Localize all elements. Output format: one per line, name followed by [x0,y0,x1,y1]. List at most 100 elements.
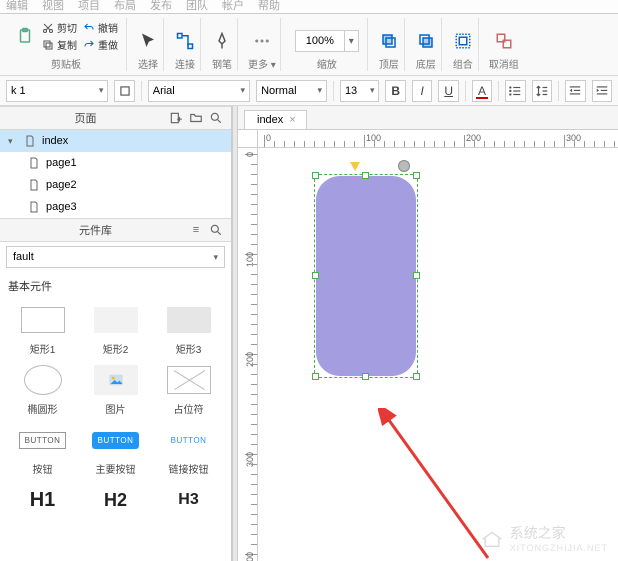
font-select[interactable]: Arial▾ [148,80,250,102]
library-panel-header: 元件库 ≡ [0,218,231,242]
size-select[interactable]: 13▾ [340,80,380,102]
outdent-button[interactable] [565,80,585,102]
indent-button[interactable] [592,80,612,102]
underline-button[interactable]: U [438,80,458,102]
bring-front-icon[interactable] [378,30,400,52]
page-item-index[interactable]: ▾ index [0,130,231,152]
widget-image[interactable]: 图片 [81,364,150,416]
resize-handle[interactable] [312,373,319,380]
selected-shape[interactable] [316,176,416,376]
send-back-icon[interactable] [415,30,437,52]
search-icon[interactable] [207,109,225,127]
left-sidebar: 页面 ▾ index page1 page2 page3 [0,106,232,561]
bold-button[interactable]: B [385,80,405,102]
resize-handle[interactable] [413,172,420,179]
library-dropdown[interactable]: fault▾ [6,246,225,268]
resize-handle[interactable] [413,272,420,279]
zoom-input[interactable] [296,35,344,47]
ruler-corner [238,130,258,148]
page-icon [28,200,40,214]
pages-panel-header: 页面 [0,106,231,130]
menu-item[interactable]: 帮助 [258,0,280,13]
line-height-button[interactable] [532,80,552,102]
close-icon[interactable]: × [289,114,295,126]
menu-item[interactable]: 布局 [114,0,136,13]
page-item[interactable]: page1 [0,152,231,174]
paste-icon[interactable] [14,25,36,47]
connect-group: 连接 [170,18,201,71]
menu-item[interactable]: 项目 [78,0,100,13]
widget-rect3[interactable]: 矩形3 [154,304,223,356]
zoom-input-box[interactable]: ▾ [295,30,359,52]
weight-select[interactable]: Normal▾ [256,80,327,102]
ungroup-group: 取消组 [485,18,523,71]
add-folder-icon[interactable] [187,109,205,127]
format-bar: k 1▾ Arial▾ Normal▾ 13▾ B I U A [0,76,618,106]
widget-link-button[interactable]: BUTTON链接按钮 [154,424,223,476]
library-menu-icon[interactable]: ≡ [187,221,205,239]
library-section-title: 基本元件 [0,272,231,300]
more-tool[interactable] [251,30,273,52]
group-group: 组合 [448,18,479,71]
search-icon[interactable] [207,221,225,239]
resize-handle[interactable] [312,172,319,179]
widget-placeholder[interactable]: 占位符 [154,364,223,416]
select-tool[interactable] [137,30,159,52]
collapse-icon[interactable]: ▾ [8,136,18,147]
connect-tool[interactable] [174,30,196,52]
ungroup-icon[interactable] [493,30,515,52]
resize-handle[interactable] [312,272,319,279]
add-page-icon[interactable] [167,109,185,127]
resize-handle[interactable] [362,172,369,179]
main-toolbar: 剪切 复制 撤销 重做 剪贴板 选择 连接 钢笔 更多 ▾ ▾ 缩放 [0,14,618,76]
annotation-arrow [378,408,518,561]
ruler-vertical[interactable]: 0100200300400 [238,148,258,561]
widget-h1[interactable]: H1 [8,484,77,516]
page-item[interactable]: page2 [0,174,231,196]
widget-rect2[interactable]: 矩形2 [81,304,150,356]
pen-tool[interactable] [211,30,233,52]
text-color-button[interactable]: A [472,80,492,102]
page-icon [28,156,40,170]
resize-handle[interactable] [413,373,420,380]
clipboard-label: 剪贴板 [51,56,81,71]
resize-handle[interactable] [362,373,369,380]
pen-group: 钢笔 [207,18,238,71]
widget-rect1[interactable]: 矩形1 [8,304,77,356]
undo-button[interactable]: 撤销 [83,20,118,35]
canvas-area: index × 0100200300400 0100200300400 [238,106,618,561]
note-marker-icon[interactable] [350,162,360,171]
redo-button[interactable]: 重做 [83,37,118,52]
top-layer-group: 顶层 [374,18,405,71]
bottom-layer-group: 底层 [411,18,442,71]
bullets-button[interactable] [505,80,525,102]
menu-item[interactable]: 帐户 [222,0,244,13]
cut-button[interactable]: 剪切 [42,20,77,35]
widget-ellipse[interactable]: 椭圆形 [8,364,77,416]
copy-style-icon[interactable] [114,80,134,102]
widget-h2[interactable]: H2 [81,484,150,516]
group-icon[interactable] [452,30,474,52]
widget-h3[interactable]: H3 [154,484,223,516]
widget-primary-button[interactable]: BUTTON主要按钮 [81,424,150,476]
library-grid: 矩形1 矩形2 矩形3 椭圆形 图片 占位符 BUTTON按钮 BUTTON主要… [0,300,231,528]
ruler-horizontal[interactable]: 0100200300400 [258,130,618,148]
menu-item[interactable]: 发布 [150,0,172,13]
interaction-marker-icon[interactable] [398,160,410,172]
italic-button[interactable]: I [412,80,432,102]
canvas-tab[interactable]: index × [244,110,307,129]
menu-item[interactable]: 团队 [186,0,208,13]
widget-button[interactable]: BUTTON按钮 [8,424,77,476]
menu-item[interactable]: 视图 [42,0,64,13]
page-item[interactable]: page3 [0,196,231,218]
page-list: ▾ index page1 page2 page3 [0,130,231,218]
copy-button[interactable]: 复制 [42,37,77,52]
rounded-rect-shape[interactable] [316,176,416,376]
style-select[interactable]: k 1▾ [6,80,108,102]
chevron-down-icon[interactable]: ▾ [344,31,358,51]
more-group: 更多 ▾ [244,18,281,71]
menubar: 编辑 视图 项目 布局 发布 团队 帐户 帮助 [0,0,618,14]
menu-item[interactable]: 编辑 [6,0,28,13]
canvas[interactable] [258,148,618,561]
page-icon [28,178,40,192]
